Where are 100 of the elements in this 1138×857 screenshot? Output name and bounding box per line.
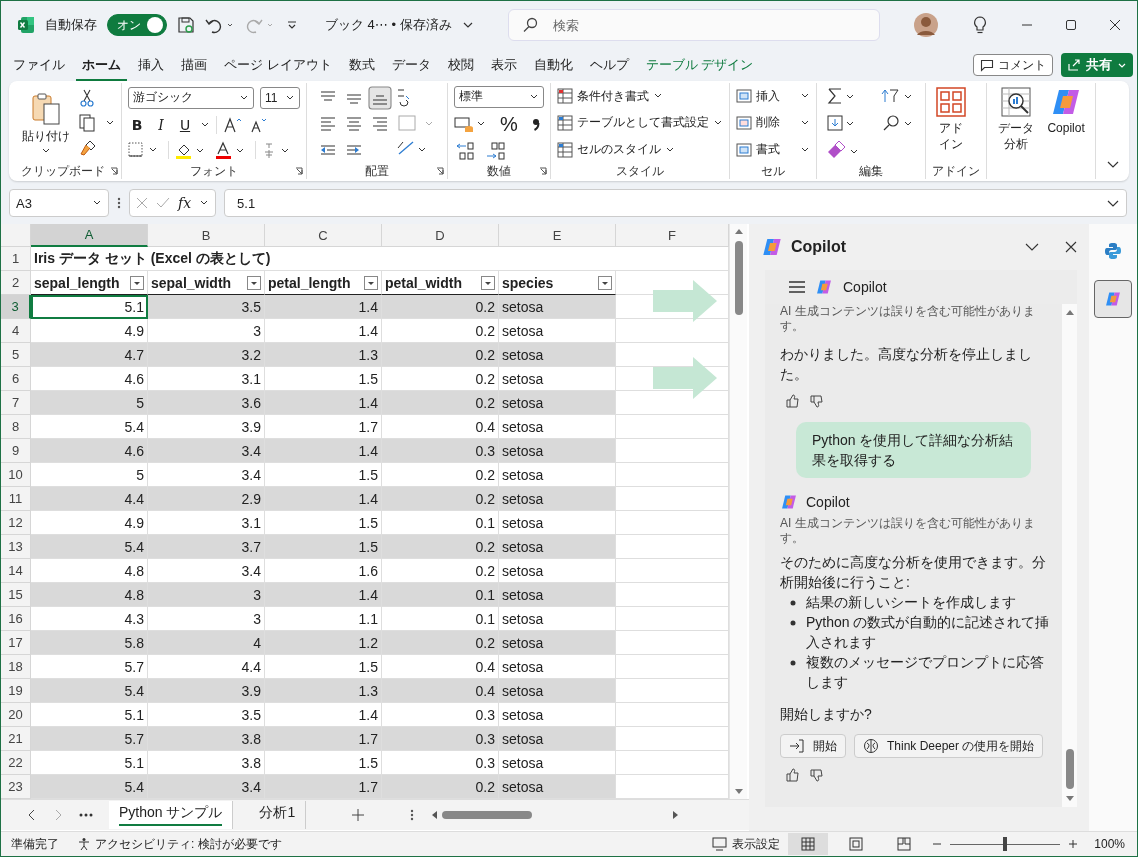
thumbs-up-icon[interactable] [786,768,800,782]
column-header[interactable]: A [31,224,148,247]
dialog-launcher-icon[interactable] [110,167,118,175]
number-format-dropdown[interactable]: 標準 [454,85,544,108]
zoom-level[interactable]: 100% [1094,837,1125,851]
row-header[interactable]: 12 [1,511,31,535]
more-sheets-icon[interactable] [79,813,93,817]
column-header[interactable]: B [148,224,265,247]
save-icon[interactable] [177,16,195,34]
cells-menu-button[interactable]: 書式 [736,138,810,161]
paste-button[interactable]: 貼り付け [21,91,70,155]
thumbs-down-icon[interactable] [810,394,824,408]
sheet-tab[interactable]: Python サンプル [109,801,234,829]
filter-dropdown-icon[interactable] [598,275,612,290]
column-header[interactable]: E [499,224,616,247]
row-header[interactable]: 10 [1,463,31,487]
filter-dropdown-icon[interactable] [364,275,378,290]
accessibility-status[interactable]: アクセシビリティ: 検討が必要です [77,835,282,853]
insert-function-button[interactable]: fx [178,195,192,211]
more-icon[interactable] [117,196,121,210]
menu-tab[interactable]: 自動化 [527,49,579,81]
scroll-down-icon[interactable] [1064,795,1075,803]
filter-dropdown-icon[interactable] [481,275,495,290]
row-header[interactable]: 17 [1,631,31,655]
column-header[interactable]: F [616,224,729,247]
formula-input[interactable]: 5.1 [224,189,1127,217]
share-button[interactable]: 共有 [1061,53,1133,77]
grow-font-icon[interactable] [223,116,243,134]
shrink-font-icon[interactable] [249,116,269,134]
more-icon[interactable] [410,808,415,822]
check-icon[interactable] [156,197,170,209]
font-size-dropdown[interactable]: 11 [260,86,300,109]
previous-sheet-icon[interactable] [27,809,37,821]
row-header[interactable]: 7 [1,391,31,415]
row-header[interactable]: 2 [1,271,31,295]
cells-menu-button[interactable]: 削除 [736,112,810,134]
collapse-ribbon-icon[interactable] [1107,161,1119,169]
menu-tab[interactable]: ヘルプ [583,49,635,81]
style-menu-button[interactable]: セルのスタイル [557,138,675,161]
row-header[interactable]: 4 [1,319,31,343]
avatar[interactable] [913,12,939,38]
slider-thumb[interactable] [1003,837,1008,851]
row-header[interactable]: 15 [1,583,31,607]
dialog-launcher-icon[interactable] [295,167,303,175]
row-header[interactable]: 3 [1,295,31,319]
row-header[interactable]: 16 [1,607,31,631]
copy-icon[interactable] [78,114,115,132]
row-header[interactable]: 11 [1,487,31,511]
row-header[interactable]: 5 [1,343,31,367]
row-header[interactable]: 8 [1,415,31,439]
name-box[interactable]: A3 [9,189,109,217]
search-field[interactable]: 検索 [507,9,880,41]
decrease-decimal-icon[interactable] [484,140,508,161]
menu-tab[interactable]: テーブル デザイン [639,49,760,81]
row-header[interactable]: 19 [1,679,31,703]
row-header[interactable]: 20 [1,703,31,727]
row-header[interactable]: 18 [1,655,31,679]
sheet-tab[interactable]: 分析1 [249,801,307,829]
column-header[interactable]: C [265,224,382,247]
thumbs-down-icon[interactable] [810,768,824,782]
add-ins-button[interactable]: アドイン [932,83,970,157]
data-analysis-button[interactable]: データ分析 [993,83,1040,157]
format-button[interactable]: I [152,117,170,133]
caret-icon[interactable] [199,199,210,207]
zoom-in-icon[interactable] [1068,839,1079,849]
document-title[interactable]: ブック 4⋯ • 保存済み [325,16,452,34]
action-button[interactable]: Think Deeper の使用を開始 [854,734,1044,758]
close-icon[interactable] [1109,19,1121,31]
row-header[interactable]: 23 [1,775,31,799]
action-button[interactable]: 開始 [780,734,846,758]
scroll-up-icon[interactable] [1064,308,1075,316]
scrollbar-thumb[interactable] [442,811,533,819]
close-icon[interactable] [1065,241,1077,253]
caret-icon[interactable] [200,121,210,129]
scrollbar-thumb[interactable] [1065,749,1074,789]
style-menu-button[interactable]: テーブルとして書式設定 [557,112,723,134]
row-header[interactable]: 21 [1,727,31,751]
maximize-icon[interactable] [1065,19,1077,31]
scroll-left-icon[interactable] [430,810,439,820]
menu-tab[interactable]: 挿入 [132,49,170,81]
dialog-launcher-icon[interactable] [539,167,547,175]
menu-tab[interactable]: データ [385,49,437,81]
format-button[interactable]: B [128,117,146,133]
menu-tab[interactable]: 校閲 [441,49,480,81]
row-header[interactable]: 14 [1,559,31,583]
row-header[interactable]: 9 [1,439,31,463]
style-menu-button[interactable]: 条件付き書式 [557,85,663,108]
dialog-launcher-icon[interactable] [436,167,444,175]
percent-button[interactable]: % [500,112,518,136]
lightbulb-icon[interactable] [971,15,989,35]
cells-menu-button[interactable]: 挿入 [736,85,810,108]
chevron-down-icon[interactable] [1025,242,1039,252]
menu-tab[interactable]: 表示 [484,49,523,81]
autosave-toggle[interactable]: オン [107,14,167,36]
row-header[interactable]: 6 [1,367,31,391]
copilot-pane-button[interactable] [1094,280,1132,318]
column-header[interactable]: D [382,224,499,247]
row-header[interactable]: 1 [1,247,31,271]
menu-tab[interactable]: ページ レイアウト [218,49,338,81]
menu-tab[interactable]: 数式 [342,49,381,81]
